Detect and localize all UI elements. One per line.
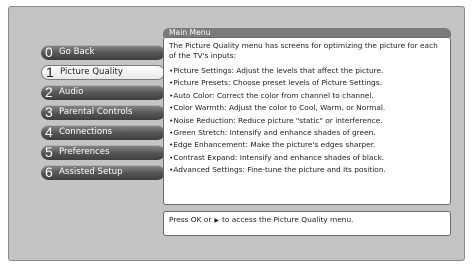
menu-item-assisted-setup[interactable]: 6 Assisted Setup [41,164,165,180]
menu-item-number: 0 [45,44,53,60]
menu-item-connections[interactable]: 4 Connections [41,124,165,140]
hint-text-start: Press OK or [169,215,212,224]
menu-item-label: Connections [59,127,113,137]
hint-text-end: to access the Picture Quality menu. [222,215,354,224]
description-bullet: •Picture Settings: Adjust the levels tha… [169,66,384,75]
description-intro: The Picture Quality menu has screens for… [169,41,438,60]
menu-item-number: 2 [45,84,53,100]
description-bullet: •Color Warmth: Adjust the color to Cool,… [169,103,386,113]
menu-item-label: Assisted Setup [59,167,123,177]
menu-item-label: Audio [59,87,84,97]
main-menu: 0 Go Back 1 Picture Quality 2 Audio 3 Pa… [41,44,165,185]
menu-item-audio[interactable]: 2 Audio [41,84,165,100]
description-bullet: •Auto Color: Correct the color from chan… [169,90,374,100]
menu-item-label: Parental Controls [59,107,133,117]
menu-item-go-back[interactable]: 0 Go Back [41,44,165,60]
menu-item-label: Go Back [59,47,95,57]
menu-item-number: 4 [45,124,53,140]
description-bullet: •Edge Enhancement: Make the picture's ed… [169,140,376,150]
menu-item-number: 1 [46,64,54,80]
menu-item-preferences[interactable]: 5 Preferences [41,144,165,160]
description-bullet: •Noise Reduction: Reduce picture "static… [169,115,383,125]
description-bullet: •Picture Presets: Choose preset levels o… [169,78,382,88]
menu-item-parental-controls[interactable]: 3 Parental Controls [41,104,165,120]
menu-item-picture-quality[interactable]: 1 Picture Quality [41,64,165,80]
description-bullet: •Green Stretch: Intensify and enhance sh… [169,127,376,137]
menu-item-label: Picture Quality [60,67,123,77]
hint-box: Press OK or ▶ to access the Picture Qualit… [163,211,451,236]
description-bullet: •Contrast Expand: Intensify and enhance … [169,152,385,162]
menu-item-number: 3 [45,104,53,120]
description-bullet: •Advanced Settings: Fine-tune the pictur… [169,165,386,175]
panel-title-tab: Main Menu [163,28,451,37]
menu-item-number: 5 [45,144,53,160]
menu-item-number: 6 [45,164,53,180]
description-box: The Picture Quality menu has screens for… [163,37,451,205]
right-triangle-icon: ▶ [214,217,219,224]
menu-item-label: Preferences [59,147,110,157]
